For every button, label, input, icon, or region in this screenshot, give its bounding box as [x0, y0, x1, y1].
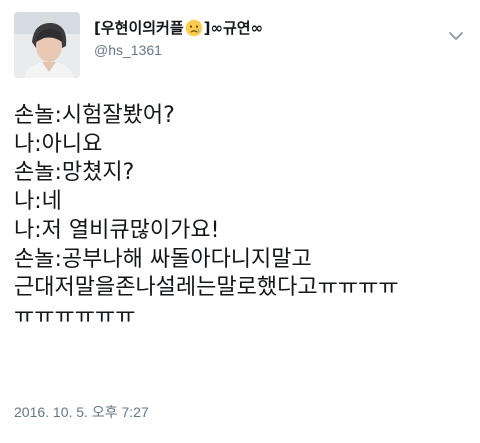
chevron-down-icon[interactable] [446, 26, 466, 46]
tweet-line: 손놀:공부나해 싸돌아다니지말고 [14, 246, 312, 272]
user-handle[interactable]: @hs_1361 [94, 41, 434, 59]
display-name-suffix: ]∞규연∞ [203, 19, 264, 37]
tweet-line: 나:네 [14, 189, 62, 215]
tweet-line: 근대저말을존나설레는말로했다고ㅠㅠㅠㅠ [14, 275, 399, 301]
tweet-line: 나:아니요 [14, 131, 103, 157]
tweet-line: 손놀:시험잘봤어? [14, 103, 175, 128]
tweet-line: ㅠㅠㅠㅠㅠㅠ [14, 303, 136, 329]
tweet-line: 손놀:망쳤지? [14, 160, 135, 186]
display-name[interactable]: [우현이의커플 ]∞규연∞ [94, 18, 434, 38]
display-name-prefix: [우현이의커플 [94, 19, 184, 37]
tweet-text: 손놀:시험잘봤어? 나:아니요 손놀:망쳤지? 나:네 나:저 열비큐많이가요!… [14, 102, 474, 332]
author-block: [우현이의커플 ]∞규연∞ @hs_1361 [94, 18, 434, 59]
tweet-timestamp[interactable]: 2016. 10. 5. 오후 7:27 [14, 403, 149, 421]
avatar[interactable] [14, 12, 80, 78]
tweet-line: 나:저 열비큐많이가요! [14, 217, 220, 243]
tweet-header: [우현이의커플 ]∞규연∞ @hs_1361 [14, 12, 466, 78]
crying-face-icon [185, 19, 203, 37]
tweet-card: [우현이의커플 ]∞규연∞ @hs_1361 손놀:시험잘봤어? 나:아니요 손… [0, 0, 480, 443]
